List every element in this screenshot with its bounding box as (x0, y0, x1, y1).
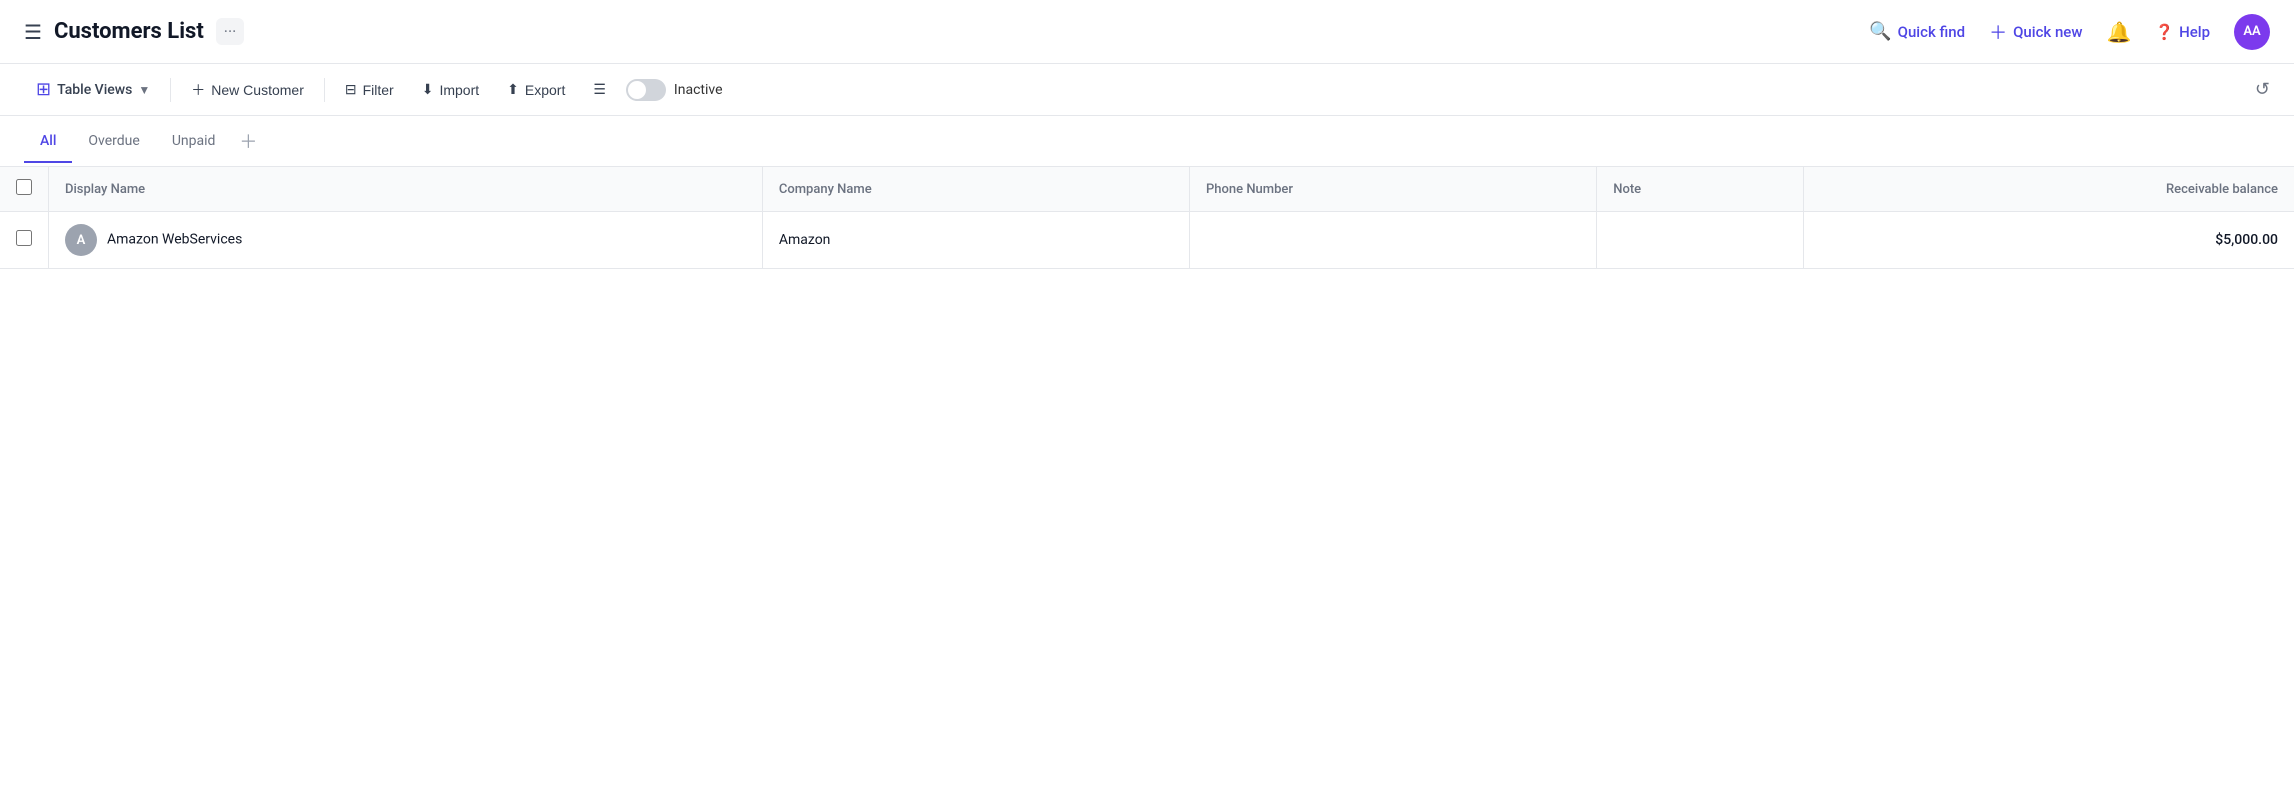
import-icon: ⬇ (422, 81, 434, 98)
export-button[interactable]: ⬆ Export (495, 75, 577, 104)
columns-icon[interactable]: ☰ (581, 76, 618, 104)
page-title: Customers List (54, 19, 204, 44)
row-checkbox[interactable] (16, 230, 32, 246)
export-icon: ⬆ (507, 81, 519, 98)
inactive-toggle[interactable] (626, 79, 666, 101)
header-left: ☰ Customers List ··· (24, 18, 1869, 45)
inactive-toggle-group: Inactive (626, 79, 723, 101)
row-display-name[interactable]: A Amazon WebServices (49, 212, 763, 269)
chevron-down-icon: ▼ (138, 83, 150, 97)
filter-button[interactable]: ⊟ Filter (333, 75, 406, 104)
add-tab-button[interactable]: ＋ (231, 116, 265, 166)
row-phone-number (1190, 212, 1597, 269)
select-all-checkbox[interactable] (16, 179, 32, 195)
tab-unpaid[interactable]: Unpaid (156, 121, 232, 163)
row-note (1597, 212, 1804, 269)
divider-2 (324, 78, 325, 102)
col-header-company-name: Company Name (762, 167, 1189, 212)
search-icon: 🔍 (1869, 21, 1891, 42)
col-header-check (0, 167, 49, 212)
row-display-name-text: Amazon WebServices (107, 232, 242, 248)
col-header-display-name: Display Name (49, 167, 763, 212)
quick-find-button[interactable]: 🔍 Quick find (1869, 21, 1965, 42)
col-header-receivable-balance: Receivable balance (1803, 167, 2294, 212)
row-avatar: A (65, 224, 97, 256)
header: ☰ Customers List ··· 🔍 Quick find ＋ Quic… (0, 0, 2294, 64)
row-receivable-balance: $5,000.00 (1803, 212, 2294, 269)
customers-table: Display Name Company Name Phone Number N… (0, 167, 2294, 269)
import-button[interactable]: ⬇ Import (410, 75, 491, 104)
quick-new-button[interactable]: ＋ Quick new (1989, 19, 2082, 45)
avatar[interactable]: AA (2234, 14, 2270, 50)
refresh-icon[interactable]: ↺ (2255, 79, 2270, 100)
table-header-row: Display Name Company Name Phone Number N… (0, 167, 2294, 212)
table-row[interactable]: A Amazon WebServices Amazon $5,000.00 (0, 212, 2294, 269)
new-customer-button[interactable]: ＋ New Customer (179, 74, 316, 106)
table-icon: ⊞ (36, 79, 51, 100)
row-company-name: Amazon (762, 212, 1189, 269)
more-options-icon[interactable]: ··· (216, 18, 245, 45)
divider-1 (170, 78, 171, 102)
tab-overdue[interactable]: Overdue (72, 121, 155, 163)
plus-icon: ＋ (1989, 19, 2007, 45)
row-checkbox-cell (0, 212, 49, 269)
help-circle-icon: ❓ (2155, 23, 2174, 41)
table-views-button[interactable]: ⊞ Table Views ▼ (24, 73, 162, 106)
header-right: 🔍 Quick find ＋ Quick new 🔔 ❓ Help AA (1869, 14, 2270, 50)
tabs-bar: All Overdue Unpaid ＋ (0, 116, 2294, 167)
inactive-label: Inactive (674, 82, 723, 98)
plus-icon: ＋ (191, 80, 205, 100)
toolbar: ⊞ Table Views ▼ ＋ New Customer ⊟ Filter … (0, 64, 2294, 116)
hamburger-icon[interactable]: ☰ (24, 20, 42, 44)
col-header-note: Note (1597, 167, 1804, 212)
help-button[interactable]: ❓ Help (2155, 23, 2210, 41)
notifications-icon[interactable]: 🔔 (2106, 20, 2131, 44)
tab-all[interactable]: All (24, 121, 72, 163)
col-header-phone-number: Phone Number (1190, 167, 1597, 212)
filter-icon: ⊟ (345, 81, 357, 98)
